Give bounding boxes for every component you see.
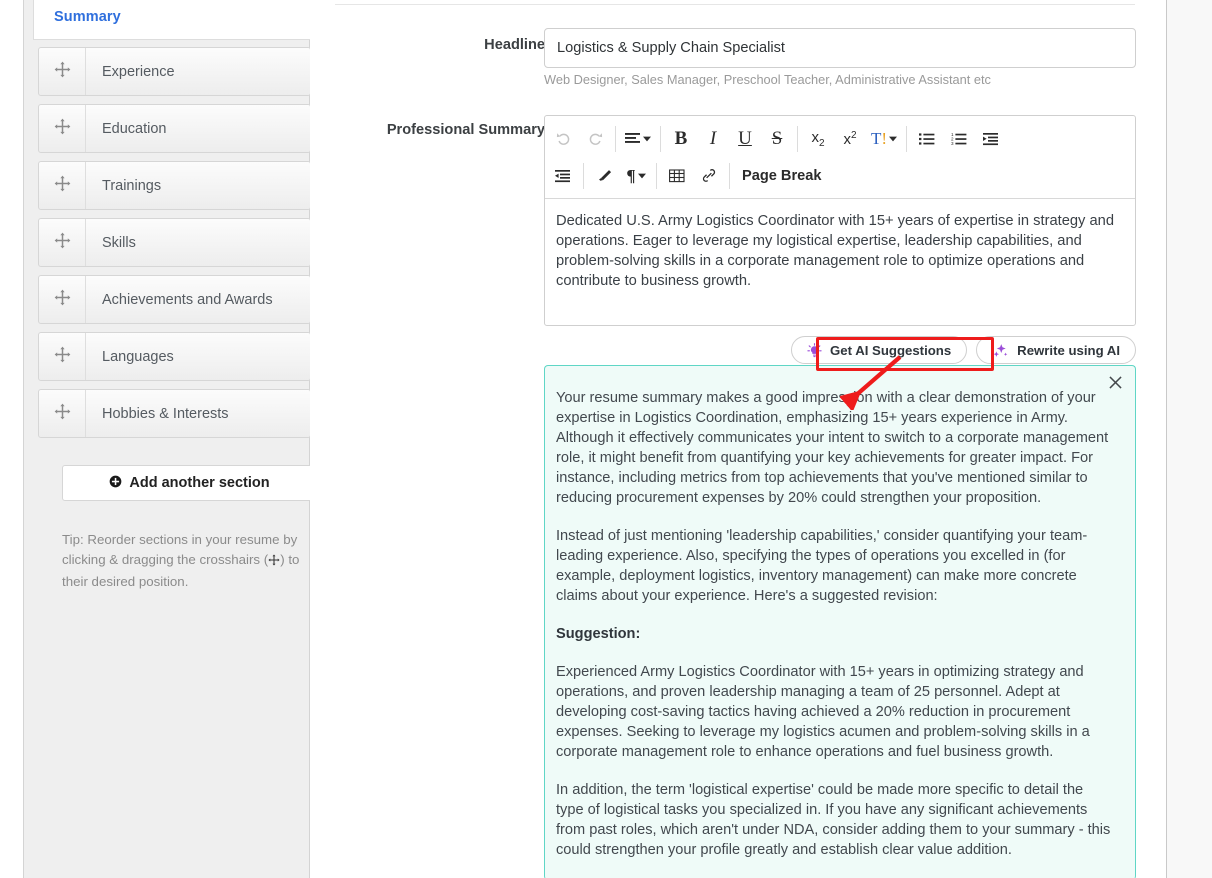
toolbar-separator (656, 162, 657, 189)
superscript-icon[interactable]: x2 (834, 122, 866, 155)
get-ai-suggestions-button[interactable]: Get AI Suggestions (791, 336, 968, 364)
bold-icon[interactable]: B (665, 122, 697, 155)
undo-icon[interactable] (547, 122, 579, 155)
close-icon[interactable] (1104, 371, 1126, 393)
drag-crosshair-icon (54, 346, 71, 368)
sparkles-icon (992, 342, 1009, 359)
section-item-label: Hobbies & Interests (102, 405, 229, 422)
section-item-label: Achievements and Awards (102, 291, 273, 308)
align-icon[interactable] (620, 122, 656, 155)
sidebar-item-summary-label: Summary (54, 8, 121, 25)
editor-toolbar-row-1: B I U Sx2 x2 T! 1 2 3 (547, 120, 1133, 157)
indent-icon[interactable] (975, 122, 1007, 155)
ordered-list-icon[interactable]: 123 (943, 122, 975, 155)
suggestion-paragraph: Your resume summary makes a good impress… (556, 390, 1109, 506)
section-item[interactable]: Hobbies & Interests (38, 389, 311, 438)
professional-summary-editor: B I U Sx2 x2 T! 1 2 3 ¶ Page Break Dedicated U.S.… (544, 115, 1136, 326)
paragraph-icon[interactable]: ¶ (620, 159, 652, 192)
main-content: Headline Web Designer, Sales Manager, Pr… (310, 0, 1166, 878)
add-another-section-label: Add another section (129, 475, 270, 491)
section-item-label: Trainings (102, 177, 162, 194)
italic-icon[interactable]: I (697, 122, 729, 155)
toolbar-separator (797, 125, 798, 152)
rewrite-using-ai-label: Rewrite using AI (1017, 342, 1120, 358)
editor-toolbar: B I U Sx2 x2 T! 1 2 3 ¶ Page Break (545, 116, 1135, 199)
drag-handle[interactable] (39, 390, 86, 437)
ai-actions-row: Get AI Suggestions Rewrite using AI (544, 336, 1136, 364)
page-break-button[interactable]: Page Break (734, 159, 830, 192)
section-item-label: Languages (102, 348, 174, 365)
section-item-label: Education (102, 120, 167, 137)
sidebar-item-summary[interactable]: Summary (33, 0, 310, 40)
section-item[interactable]: Trainings (38, 161, 311, 210)
drag-handle[interactable] (39, 219, 86, 266)
toolbar-separator (729, 162, 730, 189)
rewrite-using-ai-button[interactable]: Rewrite using AI (976, 336, 1136, 364)
drag-handle[interactable] (39, 162, 86, 209)
section-item-label: Skills (102, 234, 136, 251)
suggestion-paragraph: Experienced Army Logistics Coordinator w… (556, 664, 1090, 760)
table-icon[interactable] (661, 159, 693, 192)
resume-section-list: Experience Education Trainings Skills Achiev… (38, 47, 311, 446)
professional-summary-label: Professional Summary (386, 122, 545, 138)
drag-handle[interactable] (39, 105, 86, 152)
toolbar-separator (906, 125, 908, 152)
plus-circle-icon (109, 475, 122, 492)
suggestion-heading: Suggestion: (556, 626, 641, 642)
lightbulb-icon (807, 342, 822, 358)
headline-input[interactable] (544, 28, 1136, 68)
sections-sidebar: Experience Education Trainings Skills Achiev… (23, 0, 317, 878)
reorder-tip: Tip: Reorder sections in your resume by … (62, 530, 310, 592)
subscript-icon[interactable]: x2 (802, 122, 834, 155)
ai-suggestion-body: Your resume summary makes a good impress… (556, 388, 1111, 860)
drag-handle[interactable] (39, 333, 86, 380)
ai-suggestion-panel: Your resume summary makes a good impress… (544, 365, 1136, 878)
resume-builder-page: Experience Education Trainings Skills Achiev… (0, 0, 1212, 878)
drag-crosshair-icon (268, 552, 280, 572)
reorder-tip-before: Tip: Reorder sections in your resume by … (62, 532, 298, 567)
drag-handle[interactable] (39, 276, 86, 323)
drag-handle[interactable] (39, 48, 86, 95)
section-item-label: Experience (102, 63, 175, 80)
link-icon[interactable] (693, 159, 725, 192)
strikethrough-icon[interactable]: S (761, 122, 793, 155)
toolbar-separator (660, 125, 661, 152)
get-ai-suggestions-label: Get AI Suggestions (830, 342, 952, 358)
drag-crosshair-icon (54, 61, 71, 83)
drag-crosshair-icon (54, 118, 71, 140)
section-item[interactable]: Experience (38, 47, 311, 96)
professional-summary-text[interactable]: Dedicated U.S. Army Logistics Coordinato… (545, 199, 1135, 325)
section-item[interactable]: Education (38, 104, 311, 153)
editor-toolbar-row-2: ¶ Page Break (547, 157, 1133, 194)
font-color-icon[interactable]: T! (866, 122, 902, 155)
suggestion-paragraph: In addition, the term 'logistical expert… (556, 782, 1111, 858)
drag-crosshair-icon (54, 232, 71, 254)
headline-hint: Web Designer, Sales Manager, Preschool T… (544, 72, 991, 87)
outdent-icon[interactable] (547, 159, 579, 192)
section-item[interactable]: Languages (38, 332, 311, 381)
section-item[interactable]: Achievements and Awards (38, 275, 311, 324)
unordered-list-icon[interactable] (911, 122, 943, 155)
section-item[interactable]: Skills (38, 218, 311, 267)
page-right-gutter (1166, 0, 1212, 878)
svg-text:3: 3 (951, 141, 954, 146)
drag-crosshair-icon (54, 175, 71, 197)
clear-format-icon[interactable] (588, 159, 620, 192)
toolbar-separator (615, 125, 616, 152)
drag-crosshair-icon (54, 289, 71, 311)
add-another-section-button[interactable]: Add another section (62, 465, 317, 501)
headline-label: Headline (484, 37, 545, 53)
redo-icon[interactable] (579, 122, 611, 155)
suggestion-paragraph: Instead of just mentioning 'leadership c… (556, 528, 1088, 604)
drag-crosshair-icon (54, 403, 71, 425)
underline-icon[interactable]: U (729, 122, 761, 155)
top-divider (335, 4, 1135, 5)
toolbar-separator (583, 162, 584, 189)
